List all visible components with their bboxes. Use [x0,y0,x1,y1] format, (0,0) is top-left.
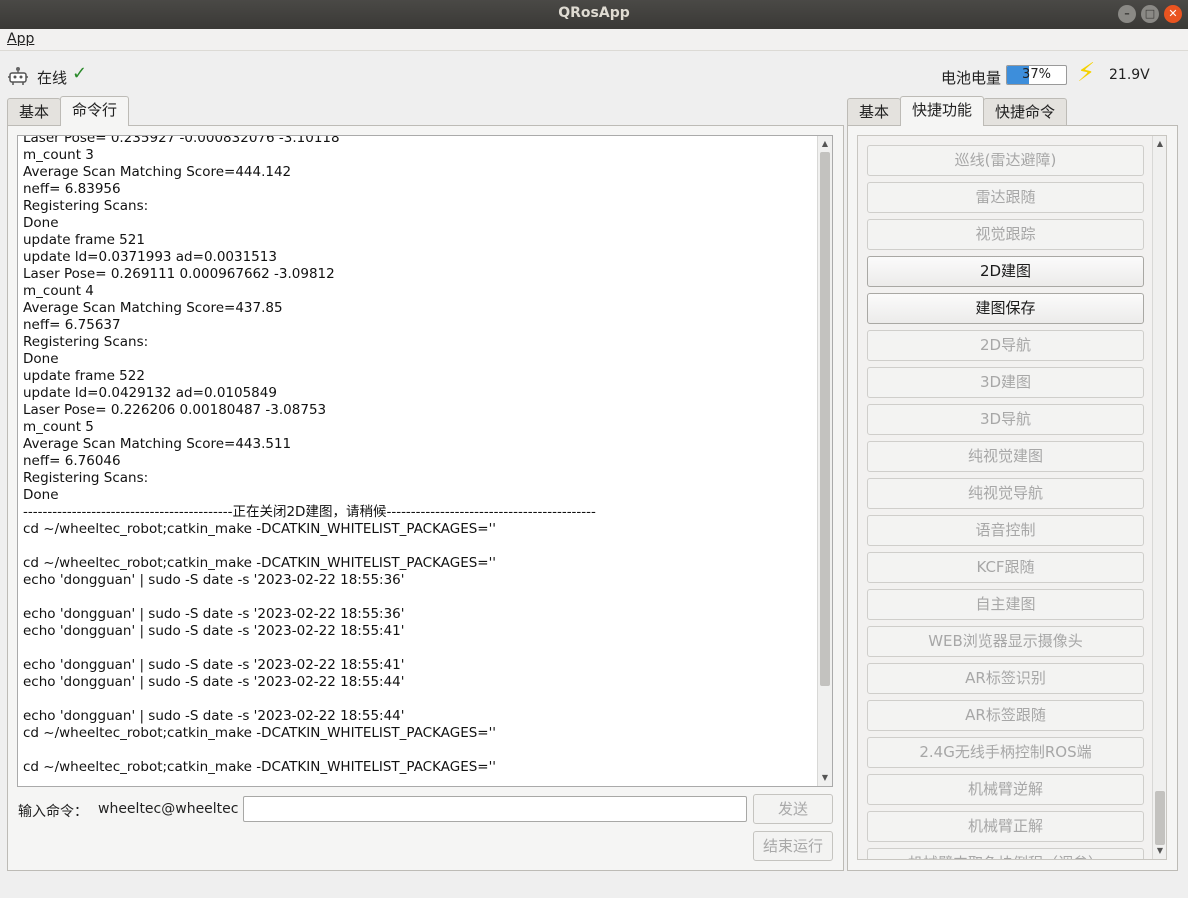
quick-functions-list: 巡线(雷达避障) 雷达跟随视觉跟踪 2D建图建图保存 2D导航 3D建图 3D导航纯视觉建… [857,135,1167,860]
console-line: neff= 6.75637 [23,317,121,333]
console-line: update frame 522 [23,368,145,384]
console-line: m_count 4 [23,283,94,299]
quick-function-button[interactable]: 机械臂逆解 [867,774,1144,805]
quick-functions-scrollbar[interactable]: ▲ ▼ [1152,136,1166,859]
quick-function-button[interactable]: 视觉跟踪 [867,219,1144,250]
console-line: update ld=0.0371993 ad=0.0031513 [23,249,277,265]
send-button[interactable]: 发送 [753,794,833,824]
scroll-down-arrow-icon[interactable]: ▼ [818,771,832,785]
status-row: 在线 ✓ 电池电量 37% ⚡ 21.9V [0,52,1188,96]
console-line: neff= 6.76046 [23,453,121,469]
robot-icon [8,67,28,85]
console-line: neff= 6.83956 [23,181,121,197]
console-line: cd ~/wheeltec_robot;catkin_make -DCATKIN… [23,521,497,537]
console-line: Done [23,351,59,367]
close-button[interactable]: ✕ [1164,5,1182,23]
scroll-up-arrow-icon[interactable]: ▲ [1153,137,1166,151]
console-line: Registering Scans: [23,470,149,486]
console-line: echo 'dongguan' | sudo -S date -s '2023-… [23,572,405,588]
battery-label: 电池电量 [941,69,1002,87]
minimize-button[interactable]: – [1118,5,1136,23]
quick-function-button[interactable]: 3D导航 [867,404,1144,435]
console-line: cd ~/wheeltec_robot;catkin_make -DCATKIN… [23,725,497,741]
console-line: Registering Scans: [23,198,149,214]
quick-function-button[interactable]: 2D导航 [867,330,1144,361]
console-line: echo 'dongguan' | sudo -S date -s '2023-… [23,708,405,724]
quick-function-button[interactable]: AR标签识别 [867,663,1144,694]
command-input[interactable] [243,796,747,822]
quick-function-button[interactable]: 自主建图 [867,589,1144,620]
tab-basic-left[interactable]: 基本 [7,98,62,126]
console-output[interactable]: Laser Pose= 0.235927 -0.000832076 -3.101… [17,135,833,787]
maximize-button[interactable]: □ [1141,5,1159,23]
lightning-bolt-icon: ⚡ [1077,58,1096,88]
quick-scroll-thumb[interactable] [1155,791,1165,845]
quick-function-button[interactable]: KCF跟随 [867,552,1144,583]
connection-status: 在线 [37,69,68,87]
battery-voltage: 21.9V [1109,67,1150,83]
quick-function-button[interactable]: WEB浏览器显示摄像头 [867,626,1144,657]
console-line: update ld=0.0429132 ad=0.0105849 [23,385,277,401]
battery-progress-bar: 37% [1006,65,1067,85]
console-line: update frame 521 [23,232,145,248]
window-title: QRosApp [558,5,630,21]
scroll-up-arrow-icon[interactable]: ▲ [818,137,832,151]
console-line: Done [23,487,59,503]
right-tab-bar: 基本 快捷功能 快捷命令 [847,96,1068,126]
console-line: Laser Pose= 0.235927 -0.000832076 -3.101… [23,135,340,146]
left-tab-bar: 基本 命令行 [7,96,130,126]
quick-function-button[interactable]: 纯视觉导航 [867,478,1144,509]
quick-function-button[interactable]: 巡线(雷达避障) [867,145,1144,176]
quick-function-button[interactable]: 2.4G无线手柄控制ROS端 [867,737,1144,768]
quick-function-button[interactable]: 纯视觉建图 [867,441,1144,472]
quick-function-button[interactable]: 建图保存 [867,293,1144,324]
command-user: wheeltec@wheeltec [98,801,239,817]
quick-function-button[interactable]: 雷达跟随 [867,182,1144,213]
console-line: Registering Scans: [23,334,149,350]
menu-bar: App [0,29,1188,51]
console-line: Average Scan Matching Score=444.142 [23,164,292,180]
console-line: cd ~/wheeltec_robot;catkin_make -DCATKIN… [23,759,497,775]
console-text: Laser Pose= 0.235927 -0.000832076 -3.101… [23,135,814,776]
tab-basic-right[interactable]: 基本 [847,98,902,126]
quick-function-button[interactable]: 2D建图 [867,256,1144,287]
console-line: Laser Pose= 0.269111 0.000967662 -3.0981… [23,266,335,282]
console-line: m_count 3 [23,147,94,163]
scroll-down-arrow-icon[interactable]: ▼ [1153,844,1166,858]
command-label: 输入命令： [18,804,88,820]
tab-quick-commands[interactable]: 快捷命令 [983,98,1068,126]
tab-command-line[interactable]: 命令行 [60,96,130,126]
quick-function-button[interactable]: 机械臂夹取色块例程（调参） [867,848,1144,859]
console-line: m_count 5 [23,419,94,435]
quick-function-button[interactable]: 机械臂正解 [867,811,1144,842]
console-scroll-thumb[interactable] [820,152,830,686]
console-scrollbar[interactable]: ▲ ▼ [817,136,832,786]
battery-percent: 37% [1022,67,1051,82]
title-bar: QRosApp – □ ✕ [0,0,1188,29]
quick-function-button[interactable]: 3D建图 [867,367,1144,398]
console-line: Done [23,215,59,231]
check-icon: ✓ [72,63,88,84]
console-line: Laser Pose= 0.226206 0.00180487 -3.08753 [23,402,327,418]
quick-function-button[interactable]: 语音控制 [867,515,1144,546]
console-line: echo 'dongguan' | sudo -S date -s '2023-… [23,623,405,639]
tab-quick-functions[interactable]: 快捷功能 [900,96,985,126]
console-line: echo 'dongguan' | sudo -S date -s '2023-… [23,657,405,673]
quick-function-button[interactable]: AR标签跟随 [867,700,1144,731]
console-line: cd ~/wheeltec_robot;catkin_make -DCATKIN… [23,555,497,571]
menu-app[interactable]: App [7,31,34,47]
console-line: echo 'dongguan' | sudo -S date -s '2023-… [23,606,405,622]
console-line: Average Scan Matching Score=437.85 [23,300,283,316]
console-line: echo 'dongguan' | sudo -S date -s '2023-… [23,674,405,690]
stop-run-button[interactable]: 结束运行 [753,831,833,861]
console-line: Average Scan Matching Score=443.511 [23,436,292,452]
console-line: ----------------------------------------… [23,504,596,520]
